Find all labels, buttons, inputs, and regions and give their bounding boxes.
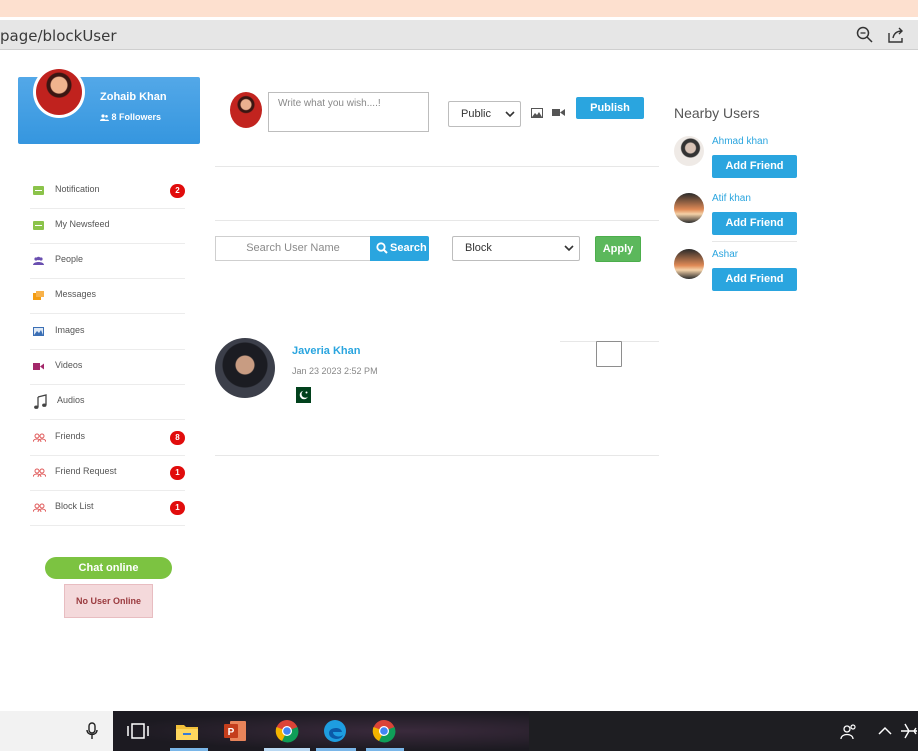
sidebar-item-label: My Newsfeed [55, 219, 110, 229]
block-list-icon [33, 503, 46, 512]
image-upload-icon[interactable] [531, 108, 543, 118]
publish-button[interactable]: Publish [576, 97, 644, 119]
address-bar[interactable] [0, 20, 918, 50]
nearby-user-name[interactable]: Ahmad khan [712, 136, 768, 147]
images-icon [33, 327, 44, 336]
chevron-down-icon [505, 111, 515, 118]
chevron-up-icon[interactable] [876, 722, 894, 740]
search-button[interactable]: Search [370, 236, 429, 261]
post-input[interactable]: Write what you wish....! [268, 92, 429, 132]
sidebar-item-audios[interactable]: Audios [30, 385, 185, 420]
svg-text:P: P [228, 727, 235, 738]
sidebar-item-label: Videos [55, 360, 83, 370]
notification-icon [33, 186, 44, 195]
sidebar-item-label: Notification [55, 184, 100, 194]
block-checkbox[interactable] [596, 341, 622, 367]
sidebar-item-label: People [55, 254, 84, 264]
window-top-strip [0, 0, 918, 17]
no-user-online-notice: No User Online [64, 584, 153, 618]
chat-online-button[interactable]: Chat online [45, 557, 172, 579]
user-name[interactable]: Javeria Khan [292, 345, 360, 357]
notification-badge: 2 [170, 184, 185, 198]
profile-avatar[interactable] [33, 66, 85, 118]
user-avatar[interactable] [215, 338, 275, 398]
composer-avatar [230, 92, 262, 128]
add-friend-button[interactable]: Add Friend [712, 155, 797, 178]
nearby-user-avatar[interactable] [674, 193, 704, 223]
divider [215, 166, 659, 167]
profile-name[interactable]: Zohaib Khan [100, 91, 167, 103]
filter-select[interactable]: Block [452, 236, 580, 261]
sidebar-item-block-list[interactable]: Block List 1 [30, 491, 185, 526]
sidebar-item-notification[interactable]: Notification 2 [30, 174, 185, 209]
visibility-select[interactable]: Public [448, 101, 521, 127]
search-icon [376, 242, 388, 254]
people-tray-icon[interactable] [840, 722, 858, 740]
visibility-value: Public [461, 108, 491, 120]
nearby-user-name[interactable]: Ashar [712, 249, 738, 260]
friends-icon [33, 433, 46, 442]
sidebar-item-friend-request[interactable]: Friend Request 1 [30, 456, 185, 491]
sidebar-item-friends[interactable]: Friends 8 [30, 421, 185, 456]
messages-icon [33, 291, 44, 300]
nearby-user-name[interactable]: Atif khan [712, 193, 751, 204]
nearby-user-avatar[interactable] [674, 136, 704, 166]
filter-value: Block [465, 242, 492, 254]
followers-label: 8 Followers [111, 112, 162, 122]
people-icon [33, 256, 44, 265]
edge-icon[interactable] [322, 718, 348, 744]
sidebar-item-newsfeed[interactable]: My Newsfeed [30, 209, 185, 244]
divider [712, 241, 797, 242]
apply-button[interactable]: Apply [595, 236, 641, 262]
search-button-label: Search [390, 242, 427, 254]
music-note-icon [34, 394, 47, 409]
video-upload-icon[interactable] [552, 108, 565, 117]
profile-followers[interactable]: 8 Followers [100, 112, 161, 122]
search-input[interactable]: Search User Name [215, 236, 371, 261]
sidebar-item-label: Friends [55, 431, 86, 441]
friends-badge: 8 [170, 431, 185, 445]
divider [215, 220, 659, 221]
airplane-mode-icon[interactable] [900, 722, 918, 740]
videos-icon [33, 363, 44, 370]
zoom-out-icon[interactable] [856, 26, 874, 44]
sidebar-item-label: Messages [55, 289, 97, 299]
chevron-down-icon [564, 245, 574, 252]
friend-request-badge: 1 [170, 466, 185, 480]
sidebar-item-label: Friend Request [55, 466, 117, 476]
chrome-profile-icon[interactable] [371, 718, 397, 744]
nearby-user-avatar[interactable] [674, 249, 704, 279]
block-list-badge: 1 [170, 501, 185, 515]
powerpoint-icon[interactable]: P [222, 718, 248, 744]
friend-request-icon [33, 468, 46, 477]
microphone-icon[interactable] [86, 722, 98, 740]
sidebar-item-label: Images [55, 325, 85, 335]
sidebar-item-label: Block List [55, 501, 94, 511]
sidebar-item-images[interactable]: Images [30, 315, 185, 350]
divider [215, 455, 659, 456]
user-date: Jan 23 2023 2:52 PM [292, 366, 378, 376]
nearby-users-title: Nearby Users [674, 105, 760, 121]
newsfeed-icon [33, 221, 44, 230]
sidebar-item-videos[interactable]: Videos [30, 350, 185, 385]
sidebar-item-people[interactable]: People [30, 244, 185, 279]
sidebar-item-label: Audios [57, 395, 85, 405]
sidebar-item-messages[interactable]: Messages [30, 279, 185, 314]
task-view-icon[interactable] [125, 718, 151, 744]
share-icon[interactable] [887, 26, 905, 44]
followers-icon [100, 114, 109, 121]
pakistan-flag-icon [291, 387, 311, 403]
add-friend-button[interactable]: Add Friend [712, 268, 797, 291]
address-text[interactable]: page/blockUser [0, 27, 117, 45]
add-friend-button[interactable]: Add Friend [712, 212, 797, 235]
file-explorer-icon[interactable] [174, 718, 200, 744]
chrome-icon[interactable] [274, 718, 300, 744]
